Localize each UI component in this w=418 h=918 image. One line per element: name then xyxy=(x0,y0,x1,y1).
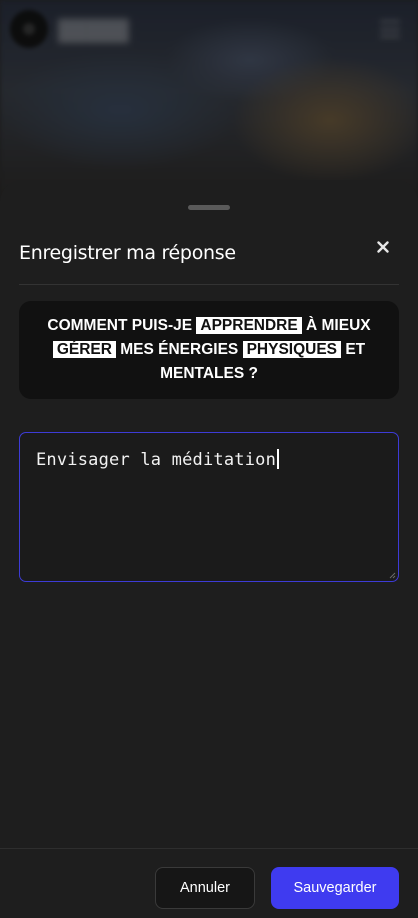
question-text: COMMENT PUIS-JE APPRENDRE À MIEUX GÉRER … xyxy=(37,314,381,386)
cancel-button[interactable]: Annuler xyxy=(155,867,255,909)
drag-handle[interactable] xyxy=(188,205,230,210)
modal-overlay[interactable] xyxy=(0,0,418,200)
footer-divider xyxy=(0,848,418,849)
background-app-blurred: █████ xyxy=(0,0,418,200)
question-part: À MIEUX xyxy=(301,317,371,334)
modal-title: Enregistrer ma réponse xyxy=(19,242,236,264)
question-part: MES ÉNERGIES xyxy=(115,341,243,358)
page: █████ Enregistrer ma réponse COMMENT PUI… xyxy=(0,0,418,918)
question-keyword-highlight: PHYSIQUES xyxy=(242,341,342,358)
close-icon xyxy=(377,241,389,253)
save-button[interactable]: Sauvegarder xyxy=(271,867,399,909)
close-button[interactable] xyxy=(368,232,398,262)
resize-grip-icon[interactable] xyxy=(388,571,396,579)
header-divider xyxy=(19,284,399,285)
question-part: COMMENT PUIS-JE xyxy=(47,317,197,334)
answer-text-value: Envisager la méditation xyxy=(36,450,277,470)
question-keyword-highlight: APPRENDRE xyxy=(196,317,302,334)
answer-textarea[interactable]: Envisager la méditation xyxy=(19,432,399,582)
question-keyword-highlight: GÉRER xyxy=(52,341,116,358)
bottom-sheet-modal: Enregistrer ma réponse COMMENT PUIS-JE A… xyxy=(0,180,418,918)
question-card: COMMENT PUIS-JE APPRENDRE À MIEUX GÉRER … xyxy=(19,301,399,399)
text-caret xyxy=(277,449,279,469)
